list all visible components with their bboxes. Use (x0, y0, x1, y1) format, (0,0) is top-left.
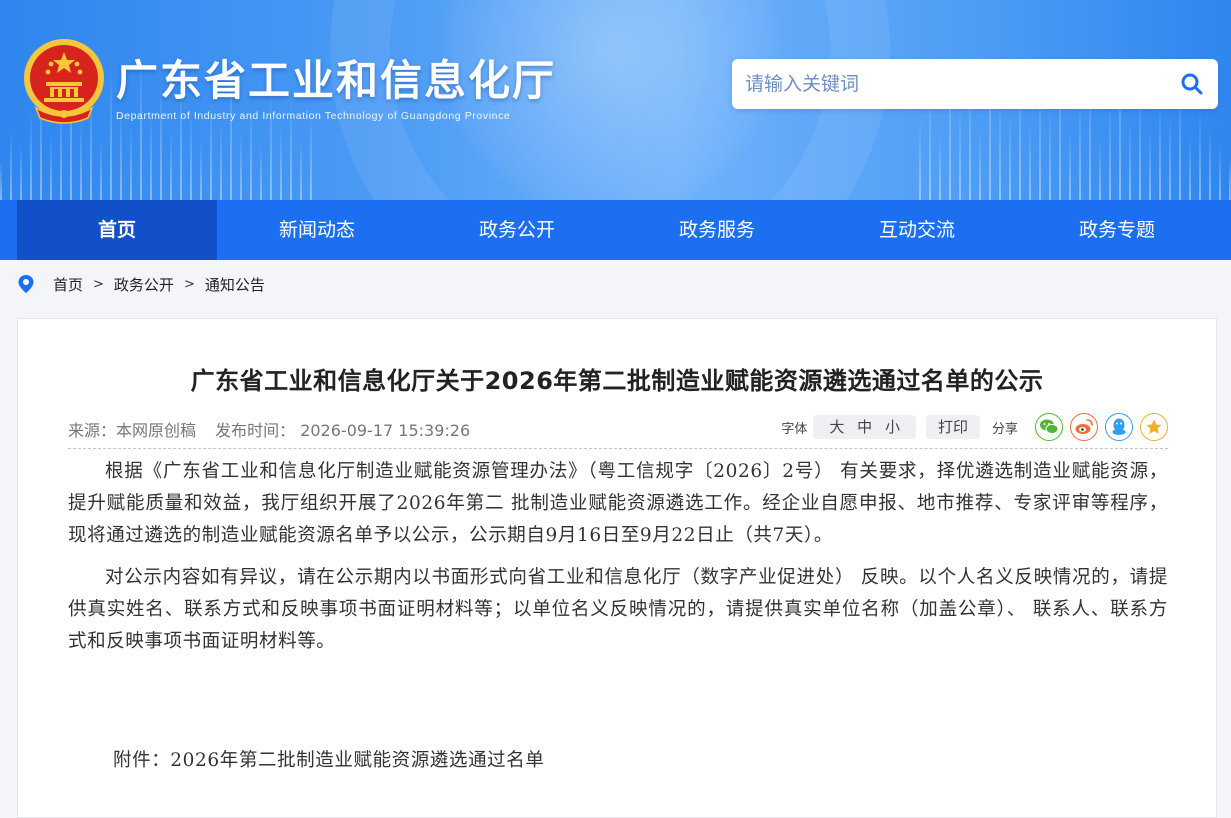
share-label: 分享 (991, 421, 1018, 437)
site-title: 广东省工业和信息化厅 (116, 56, 557, 105)
breadcrumb-separator: > (183, 276, 195, 292)
nav-item-home[interactable]: 首页 (17, 200, 217, 260)
breadcrumb-home[interactable]: 首页 (53, 274, 83, 295)
banner-bar (1189, 135, 1191, 200)
font-medium-button[interactable]: 中 (857, 418, 872, 436)
article-attachment[interactable]: 附件：2026年第二批制造业赋能资源遴选通过名单 (113, 746, 544, 772)
header-banner: 广东省工业和信息化厅 Department of Industry and In… (0, 0, 1231, 200)
banner-bar (0, 160, 2, 200)
banner-bar (919, 120, 921, 200)
article-card: 广东省工业和信息化厅关于2026年第二批制造业赋能资源遴选通过名单的公示 来源：… (17, 318, 1217, 818)
font-small-button[interactable]: 小 (885, 418, 900, 436)
nav-item-government-affairs[interactable]: 政务公开 (417, 200, 617, 260)
breadcrumb-separator: > (93, 276, 104, 292)
breadcrumb: 首页 > 政务公开 > 通知公告 (0, 260, 1231, 308)
banner-bar (1109, 105, 1111, 200)
article-meta-info: 来源：本网原创稿 发布时间： 2026-09-17 15:39:26 (68, 417, 484, 441)
banner-bar (170, 130, 172, 200)
banner-bar (240, 130, 242, 200)
banner-bar (999, 100, 1001, 200)
banner-bar (1209, 125, 1211, 200)
article-body: 根据《广东省工业和信息化厅制造业赋能资源管理办法》（粤工信规字〔2026〕2号）… (68, 456, 1168, 668)
article-paragraph: 根据《广东省工业和信息化厅制造业赋能资源管理办法》（粤工信规字〔2026〕2号）… (68, 461, 1168, 546)
banner-bar (1149, 130, 1151, 200)
nav-item-interaction[interactable]: 互动交流 (817, 200, 1017, 260)
article-meta: 来源：本网原创稿 发布时间： 2026-09-17 15:39:26 字体 大 … (68, 413, 1168, 449)
article-tools: 字体 大 中 小 打印 分享 (781, 413, 1168, 441)
nav-item-services[interactable]: 政务服务 (617, 200, 817, 260)
banner-bar (10, 130, 12, 200)
banner-bar (1009, 115, 1011, 200)
article-publish-time: 发布时间： 2026-09-17 15:39:26 (215, 421, 471, 440)
banner-bar (110, 70, 112, 200)
banner-bar (300, 140, 302, 200)
banner-bar (979, 130, 981, 200)
main-nav: 首页 新闻动态 政务公开 政务服务 互动交流 政务专题 (0, 200, 1231, 260)
banner-bar (200, 140, 202, 200)
banner-bar (50, 135, 52, 200)
article-paragraph: 对公示内容如有异议，请在公示期内以书面形式向省工业和信息化厅（数字产业促进处） … (68, 567, 1168, 652)
breadcrumb-government-affairs[interactable]: 政务公开 (114, 274, 174, 295)
print-button[interactable]: 打印 (925, 415, 980, 439)
banner-bar (1029, 125, 1031, 200)
article-source: 来源：本网原创稿 (68, 421, 197, 440)
search-box (732, 59, 1218, 109)
banner-bar (1219, 145, 1221, 200)
banner-bar (959, 105, 961, 200)
weibo-icon[interactable] (1070, 413, 1098, 441)
banner-bar (280, 125, 282, 200)
banner-bar (80, 120, 82, 200)
banner-bar (1079, 95, 1081, 200)
nav-item-news[interactable]: 新闻动态 (217, 200, 417, 260)
national-emblem-icon (24, 39, 104, 124)
banner-bar (939, 135, 941, 200)
banner-bar (130, 125, 132, 200)
font-size-group: 大 中 小 (813, 415, 916, 439)
search-icon[interactable] (1180, 72, 1204, 96)
banner-bar (150, 115, 152, 200)
banner-bar (220, 120, 222, 200)
banner-bar (260, 145, 262, 200)
nav-item-topics[interactable]: 政务专题 (1017, 200, 1217, 260)
banner-bar (1169, 115, 1171, 200)
search-input[interactable] (732, 59, 1152, 109)
banner-bar (20, 145, 22, 200)
banner-bar (1159, 100, 1161, 200)
qq-icon[interactable] (1105, 413, 1133, 441)
wechat-icon[interactable] (1035, 413, 1063, 441)
site-subtitle: Department of Industry and Information T… (116, 110, 511, 122)
font-size-label: 字体 (781, 421, 808, 437)
breadcrumb-notices[interactable]: 通知公告 (205, 274, 265, 295)
article-title: 广东省工业和信息化厅关于2026年第二批制造业赋能资源遴选通过名单的公示 (190, 367, 1044, 395)
banner-bar (1129, 120, 1131, 200)
location-pin-icon (18, 275, 34, 293)
banner-bar (1069, 130, 1071, 200)
favorite-icon[interactable] (1140, 413, 1168, 441)
banner-bar (190, 110, 192, 200)
font-large-button[interactable]: 大 (829, 418, 844, 436)
banner-bar (1099, 140, 1101, 200)
banner-bar (1049, 110, 1051, 200)
banner-bar (1199, 110, 1201, 200)
banner-bar (310, 115, 312, 200)
banner-bar (100, 140, 102, 200)
